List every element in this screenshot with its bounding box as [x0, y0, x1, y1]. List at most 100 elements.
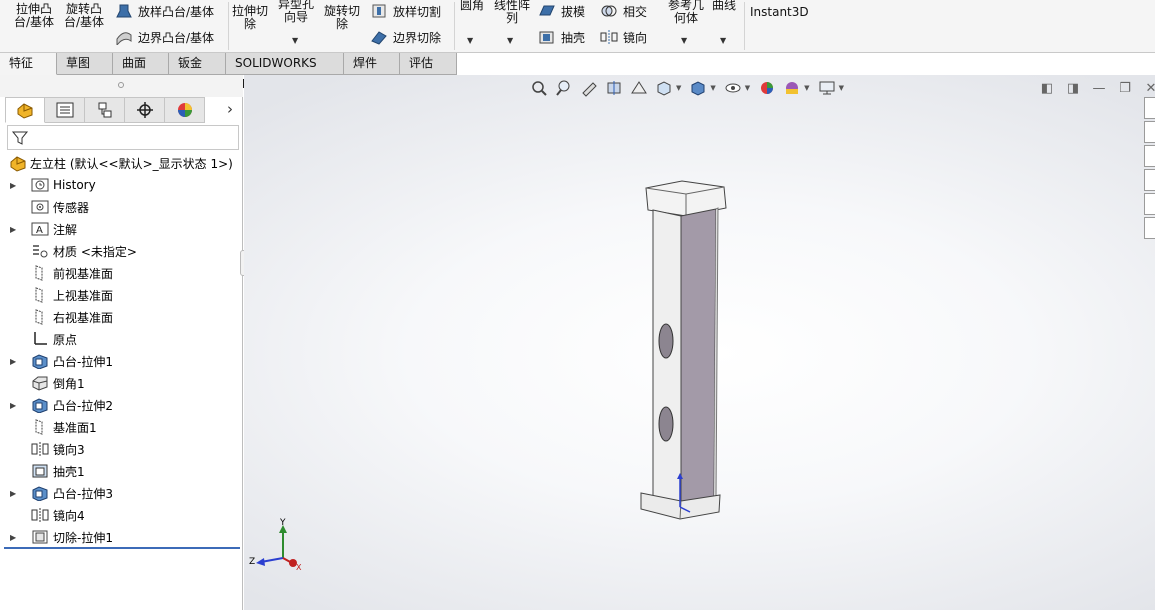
- tab-solidworks-mbd[interactable]: SOLIDWORKS MBD: [226, 53, 344, 91]
- tab-sketch[interactable]: 草图: [57, 53, 113, 75]
- feature-tree-item-label: 注解: [53, 222, 78, 237]
- feature-tree-item-label: 镜向4: [53, 508, 85, 523]
- part-model-3d[interactable]: [244, 75, 1155, 610]
- feature-tree-item[interactable]: 原点: [10, 329, 77, 349]
- feature-tree-item[interactable]: ▶ 凸台-拉伸2: [10, 395, 113, 415]
- reference-geometry-dropdown-icon[interactable]: ▼: [681, 36, 687, 45]
- feature-tree-item[interactable]: ▶ 凸台-拉伸3: [10, 483, 113, 503]
- curves-dropdown-icon[interactable]: ▼: [720, 36, 726, 45]
- coordinate-triad: Y Z X: [249, 518, 302, 572]
- boundary-cut-button[interactable]: 边界切除: [370, 28, 441, 46]
- display-manager-tab[interactable]: [165, 97, 205, 123]
- linear-pattern-dropdown-icon[interactable]: ▼: [507, 36, 513, 45]
- intersect-button[interactable]: 相交: [600, 2, 647, 20]
- feature-tree-item[interactable]: 上视基准面: [10, 285, 113, 305]
- hole-wizard-button[interactable]: 异型孔 向导: [278, 0, 314, 24]
- feature-tree-item-label: 材质 <未指定>: [53, 244, 137, 259]
- feature-tree-item[interactable]: 基准面1: [10, 417, 97, 437]
- feature-tree-item[interactable]: 倒角1: [10, 373, 85, 393]
- feature-manager-panel: › 左立柱 (默认<<默认>_显示状态 1>) ▶ History 传感器 ▶ A 注解材…: [0, 75, 243, 610]
- revolve-cut-button[interactable]: 旋转切 除: [324, 5, 360, 31]
- boundary-cut-label: 边界切除: [393, 30, 442, 45]
- instant3d-button[interactable]: Instant3D: [750, 6, 809, 19]
- panel-grip[interactable]: [0, 75, 243, 97]
- plane-icon: [30, 286, 50, 304]
- boundary-boss-button[interactable]: 边界凸台/基体: [115, 28, 215, 47]
- shell-label: 抽壳: [561, 30, 586, 45]
- tab-sheet-metal[interactable]: 钣金: [169, 53, 226, 75]
- task-pane-design-library-tab[interactable]: [1144, 145, 1155, 167]
- revolve-boss-button[interactable]: 旋转凸 台/基体: [64, 3, 104, 29]
- solidworks-window: 拉伸凸 台/基体 旋转凸 台/基体 放样凸台/基体 边界凸台/基体 拉伸切 除 …: [0, 0, 1155, 610]
- curves-button[interactable]: 曲线: [712, 0, 736, 12]
- feature-manager-tab[interactable]: [5, 97, 45, 123]
- feature-tree-item[interactable]: 材质 <未指定>: [10, 241, 137, 261]
- loft-cut-button[interactable]: 放样切割: [370, 2, 441, 20]
- ribbon-separator: [744, 2, 745, 50]
- boundary-cut-icon: [370, 29, 388, 45]
- expand-arrow-icon[interactable]: ▶: [10, 401, 22, 410]
- boss-extrude-icon: [30, 352, 50, 370]
- feature-tree-item[interactable]: ▶ A 注解: [10, 219, 77, 239]
- feature-tree-item-label: 镜向3: [53, 442, 85, 457]
- task-pane-appearances-tab[interactable]: [1144, 193, 1155, 215]
- feature-tree-filter[interactable]: [7, 125, 239, 150]
- configuration-manager-tab[interactable]: [85, 97, 125, 123]
- feature-tree-item-label: 凸台-拉伸1: [53, 354, 113, 369]
- feature-tree-item[interactable]: 抽壳1: [10, 461, 85, 481]
- feature-tree-item-label: 倒角1: [53, 376, 85, 391]
- tab-evaluate[interactable]: 评估: [400, 53, 457, 75]
- property-manager-tab[interactable]: [45, 97, 85, 123]
- linear-pattern-button[interactable]: 线性阵 列: [494, 0, 530, 25]
- tab-features[interactable]: 特征: [0, 53, 57, 75]
- y-axis-label: Y: [279, 518, 286, 528]
- mirror-button[interactable]: 镜向: [600, 28, 647, 46]
- mirror-icon: [600, 29, 618, 45]
- rollback-bar[interactable]: [4, 547, 240, 549]
- feature-tree-item[interactable]: ▶ History: [10, 175, 96, 195]
- chevron-right-icon[interactable]: ›: [227, 100, 233, 118]
- chamfer-icon: [30, 374, 50, 392]
- crosshair-icon: [136, 102, 153, 118]
- fillet-dropdown-icon[interactable]: ▼: [467, 36, 473, 45]
- task-pane-file-explorer-tab[interactable]: [1144, 169, 1155, 191]
- command-manager-ribbon: 拉伸凸 台/基体 旋转凸 台/基体 放样凸台/基体 边界凸台/基体 拉伸切 除 …: [0, 0, 1155, 53]
- feature-tree-item[interactable]: ▶ 凸台-拉伸1: [10, 351, 113, 371]
- expand-arrow-icon[interactable]: ▶: [10, 357, 22, 366]
- command-manager-tabs: 特征 草图 曲面 钣金 SOLIDWORKS MBD 焊件(D) 评估: [0, 53, 457, 91]
- extrude-cut-button[interactable]: 拉伸切 除: [232, 5, 268, 31]
- part-root-node[interactable]: 左立柱 (默认<<默认>_显示状态 1>): [8, 153, 233, 173]
- ribbon-separator: [454, 2, 455, 50]
- expand-arrow-icon[interactable]: ▶: [10, 489, 22, 498]
- tab-surfaces[interactable]: 曲面: [113, 53, 169, 75]
- hole-wizard-dropdown-icon[interactable]: ▼: [292, 36, 298, 45]
- ribbon-separator: [228, 2, 229, 50]
- draft-button[interactable]: 拔模: [538, 2, 585, 20]
- graphics-viewport[interactable]: ▼ ▼ ▼ ▼ ▼ ◧ ◨ — ❐ ✕ Y Z X: [244, 75, 1155, 610]
- feature-tree-item[interactable]: 传感器: [10, 197, 89, 217]
- loft-boss-button[interactable]: 放样凸台/基体: [115, 2, 214, 20]
- boundary-boss-icon: [115, 29, 133, 47]
- task-pane-custom-properties-tab[interactable]: [1144, 217, 1155, 239]
- feature-tree-item[interactable]: ▶ 切除-拉伸1: [10, 527, 113, 547]
- feature-tree-item[interactable]: 右视基准面: [10, 307, 113, 327]
- mirror-icon: [30, 440, 50, 458]
- tab-weldments[interactable]: 焊件(D): [344, 53, 400, 91]
- expand-arrow-icon[interactable]: ▶: [10, 533, 22, 542]
- feature-tree-item[interactable]: 镜向3: [10, 439, 85, 459]
- task-pane-resources-tab[interactable]: [1144, 121, 1155, 143]
- reference-geometry-button[interactable]: 参考几 何体: [668, 0, 704, 25]
- feature-tree-item[interactable]: 镜向4: [10, 505, 85, 525]
- extrude-boss-button[interactable]: 拉伸凸 台/基体: [14, 3, 54, 29]
- feature-tree-item-label: 凸台-拉伸3: [53, 486, 113, 501]
- feature-tree-item-label: 原点: [53, 332, 78, 347]
- feature-tree-item[interactable]: 前视基准面: [10, 263, 113, 283]
- expand-arrow-icon[interactable]: ▶: [10, 225, 22, 234]
- fillet-button[interactable]: 圆角: [460, 0, 484, 12]
- feature-tree-item-label: 凸台-拉伸2: [53, 398, 113, 413]
- shell-button[interactable]: 抽壳: [538, 28, 585, 46]
- boundary-boss-label: 边界凸台/基体: [138, 30, 215, 45]
- dimxpert-manager-tab[interactable]: [125, 97, 165, 123]
- task-pane-home-tab[interactable]: [1144, 97, 1155, 119]
- expand-arrow-icon[interactable]: ▶: [10, 181, 22, 190]
